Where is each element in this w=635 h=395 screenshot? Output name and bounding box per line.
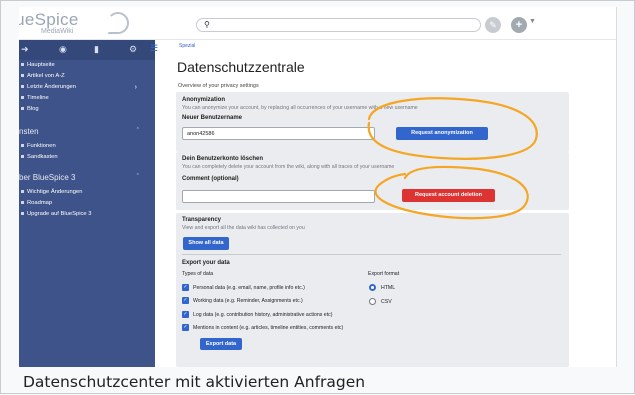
sidebar-item-label: Upgrade auf BlueSpice 3 <box>27 211 92 217</box>
transparency-description: View and export all the data wiki has co… <box>182 225 305 231</box>
page-icon <box>21 73 24 77</box>
mentions-label: Mentions in content (e.g. articles, time… <box>193 325 344 331</box>
new-username-input[interactable]: anon42586 <box>182 127 375 140</box>
page-icon <box>21 154 24 158</box>
sidebar-item-artikel[interactable]: Artikel von A-Z <box>19 73 155 84</box>
chevron-up-icon[interactable]: ˆ <box>137 128 139 135</box>
sidebar-item-label: Funktionen <box>27 143 56 149</box>
working-data-checkbox[interactable]: ✓ <box>182 297 189 304</box>
log-data-label: Log data (e.g. contribution history, adm… <box>193 312 333 318</box>
page-icon <box>21 84 24 88</box>
sidebar-section-title: ber BlueSpice 3 <box>19 173 76 182</box>
sidebar-section-header[interactable]: nsten ˆ <box>19 127 155 143</box>
new-username-label: Neuer Benutzername <box>182 115 243 121</box>
personal-data-label: Personal data (e.g. email, name, profile… <box>193 285 305 291</box>
logo-subtext: MediaWiki <box>41 28 74 35</box>
search-input[interactable]: ⚲ <box>196 18 481 32</box>
sidebar-item-sandkasten[interactable]: Sandkasten <box>19 154 155 165</box>
breadcrumb[interactable]: Spezial <box>179 43 195 49</box>
page-icon <box>21 211 24 215</box>
html-radio-label: HTML <box>381 285 396 291</box>
mentions-checkbox[interactable]: ✓ <box>182 324 189 331</box>
personal-data-checkbox[interactable]: ✓ <box>182 284 189 291</box>
top-bar: lueSpice MediaWiki ⚲ ✎ + ▼ <box>19 7 616 40</box>
sidebar-item-funktionen[interactable]: Funktionen <box>19 143 155 154</box>
navigation-icon[interactable]: ➜ <box>21 44 29 55</box>
sidebar-item-upgrade[interactable]: Upgrade auf BlueSpice 3 <box>19 211 155 222</box>
figure-frame: lueSpice MediaWiki ⚲ ✎ + ▼ ➜ ◉ ▮ ⚙ Haupt… <box>0 0 635 394</box>
log-data-checkbox[interactable]: ✓ <box>182 311 189 318</box>
sidebar-item-label: Roadmap <box>27 200 53 206</box>
divider <box>182 254 561 255</box>
comment-input[interactable] <box>182 190 375 203</box>
export-data-button[interactable]: Export data <box>200 338 242 350</box>
export-format-label: Export format <box>368 271 400 277</box>
sidebar-item-label: Blog <box>27 106 39 112</box>
search-icon: ⚲ <box>204 20 210 29</box>
delete-account-panel: Dein Benutzerkonto löschen You can compl… <box>176 152 569 210</box>
anonymization-description: You can anonymize your account, by repla… <box>182 105 418 111</box>
sidebar-tabs: ➜ ◉ ▮ ⚙ <box>19 40 155 60</box>
sidebar-item-label: Timeline <box>27 95 49 101</box>
sidebar-item-label: Wichtige Änderungen <box>27 189 83 195</box>
sidebar-section-header[interactable]: ber BlueSpice 3 ˆ <box>19 173 155 189</box>
html-radio[interactable] <box>369 284 376 291</box>
page-title: Datenschutzzentrale <box>177 59 305 75</box>
sidebar-item-wichtige-aenderungen[interactable]: Wichtige Änderungen <box>19 189 155 200</box>
sidebar-item-timeline[interactable]: Timeline <box>19 95 155 106</box>
sidebar-item-letzte-aenderungen[interactable]: Letzte Änderungen › <box>19 84 155 95</box>
sidebar-item-label: Hauptseite <box>27 62 55 68</box>
anonymization-panel: Anonymization You can anonymize your acc… <box>176 92 569 152</box>
working-data-label: Working data (e.g. Reminder, Assignments… <box>193 298 303 304</box>
request-account-deletion-button[interactable]: Request account deletion <box>402 189 495 202</box>
delete-account-description: You can completely delete your account f… <box>182 164 395 170</box>
sidebar-content: Hauptseite Artikel von A-Z Letzte Änderu… <box>19 62 155 222</box>
page-subtitle: Overview of your privacy settings <box>178 83 259 89</box>
sidebar-item-label: Sandkasten <box>27 154 58 160</box>
chevron-right-icon[interactable]: › <box>135 84 137 91</box>
chevron-down-icon[interactable]: ▼ <box>529 18 536 25</box>
sidebar-item-hauptseite[interactable]: Hauptseite <box>19 62 155 73</box>
page-icon <box>21 62 24 66</box>
sidebar-item-blog[interactable]: Blog <box>19 106 155 117</box>
page-icon <box>21 95 24 99</box>
sidebar-item-label: Letzte Änderungen <box>27 84 76 90</box>
types-of-data-label: Types of data <box>182 271 214 277</box>
figure-caption: Datenschutzcenter mit aktivierten Anfrag… <box>23 373 366 391</box>
globe-icon[interactable]: ◉ <box>59 44 67 55</box>
page-icon <box>21 200 24 204</box>
trash-icon[interactable]: ▮ <box>94 44 99 55</box>
logo-text: lueSpice <box>19 10 79 29</box>
sidebar: ➜ ◉ ▮ ⚙ Hauptseite Artikel von A-Z Letzt… <box>19 40 155 367</box>
sidebar-item-roadmap[interactable]: Roadmap <box>19 200 155 211</box>
sidebar-section-title: nsten <box>19 127 39 136</box>
anonymization-heading: Anonymization <box>182 97 225 103</box>
page-icon <box>21 106 24 110</box>
edit-icon[interactable]: ✎ <box>485 17 501 33</box>
csv-radio-label: CSV <box>381 299 392 305</box>
show-all-data-button[interactable]: Show all data <box>183 237 229 250</box>
comment-label: Comment (optional) <box>182 176 239 182</box>
logo[interactable]: lueSpice MediaWiki <box>19 10 131 38</box>
gear-icon[interactable]: ⚙ <box>129 44 137 55</box>
menu-icon[interactable]: ☰ <box>150 43 158 54</box>
sidebar-item-label: Artikel von A-Z <box>27 73 65 79</box>
request-anonymization-button[interactable]: Request anonymization <box>396 127 488 140</box>
transparency-heading: Transparency <box>182 217 222 223</box>
delete-account-heading: Dein Benutzerkonto löschen <box>182 156 264 162</box>
new-content-icon[interactable]: + <box>511 17 527 33</box>
page-icon <box>21 143 24 147</box>
chevron-up-icon[interactable]: ˆ <box>137 174 139 181</box>
transparency-panel: Transparency View and export all the dat… <box>176 213 569 367</box>
screenshot: lueSpice MediaWiki ⚲ ✎ + ▼ ➜ ◉ ▮ ⚙ Haupt… <box>19 7 617 367</box>
csv-radio[interactable] <box>369 298 376 305</box>
logo-swirl-icon <box>107 12 129 34</box>
page-icon <box>21 189 24 193</box>
export-heading: Export your data <box>182 260 230 266</box>
